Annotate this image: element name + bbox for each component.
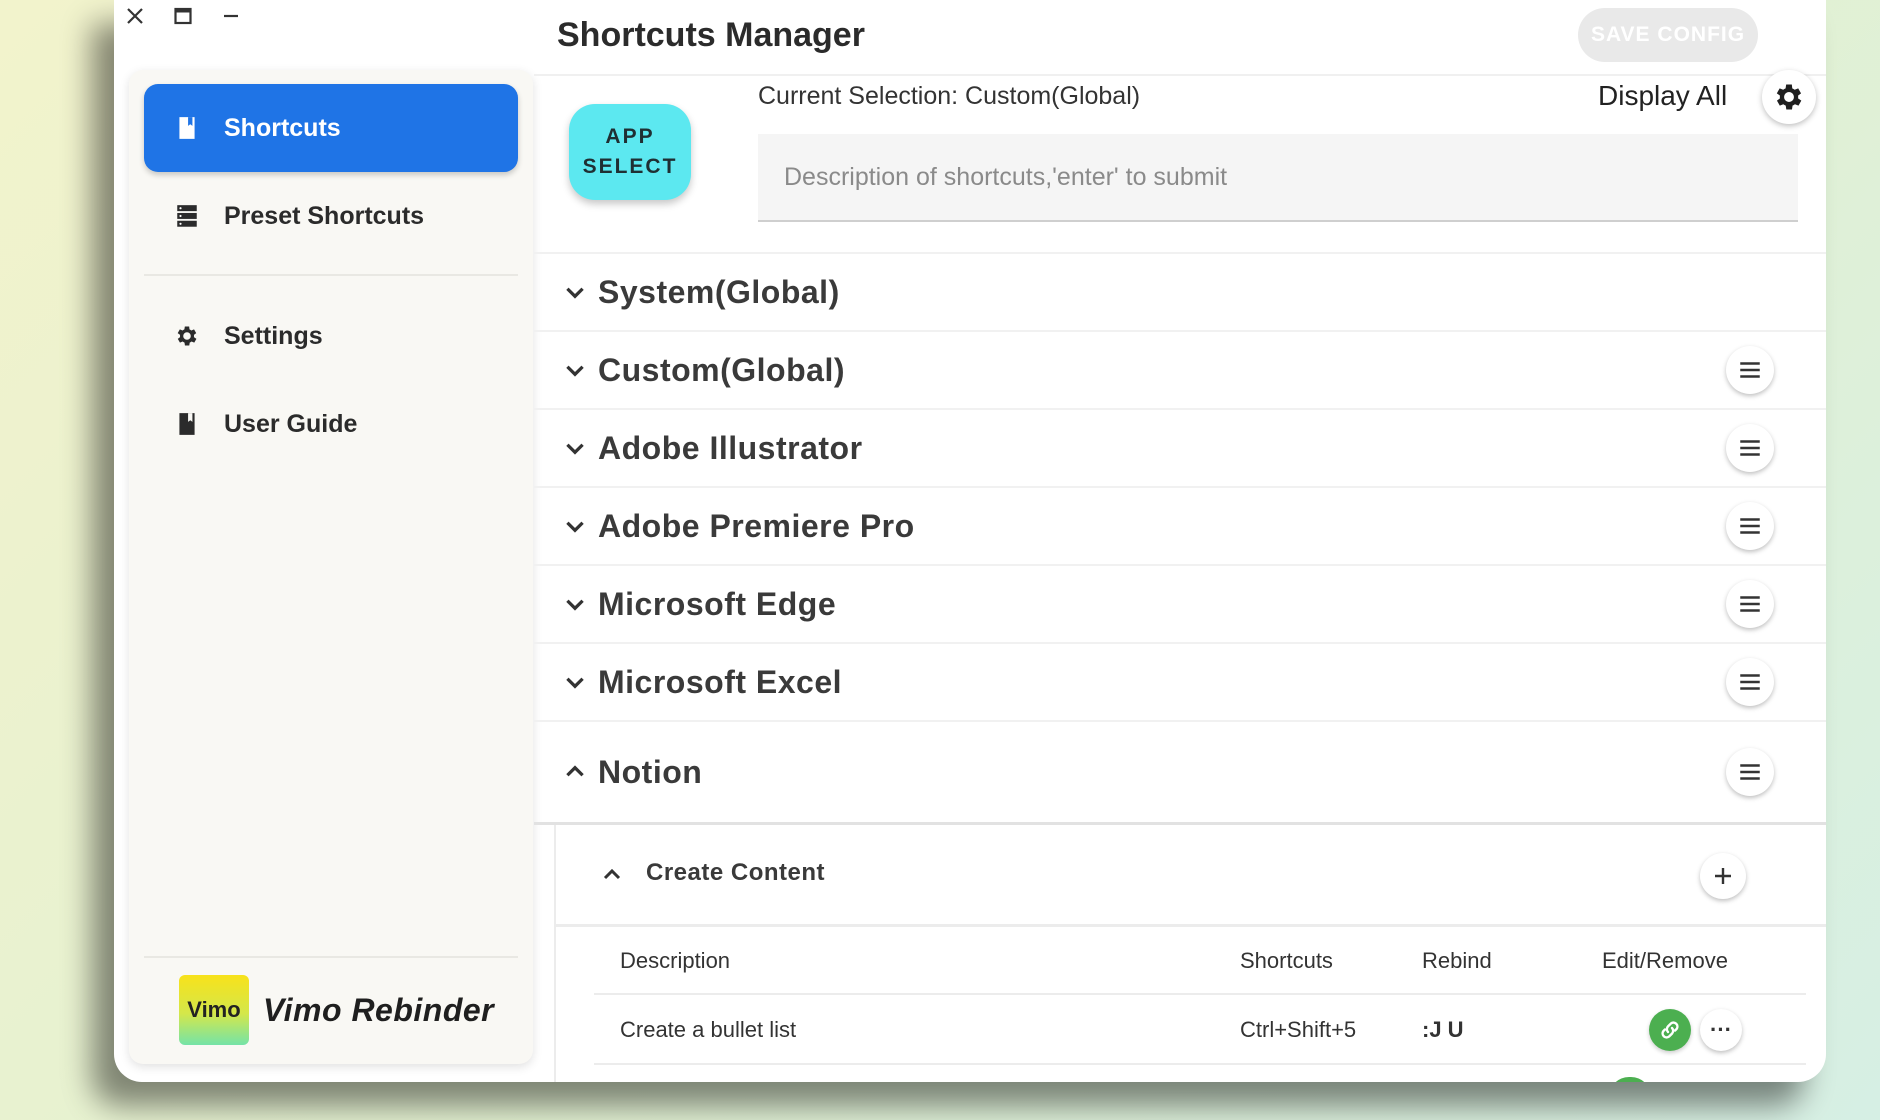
minimize-window-button[interactable] bbox=[220, 5, 242, 27]
column-header-shortcuts: Shortcuts bbox=[1240, 948, 1333, 973]
chevron-down-icon[interactable] bbox=[562, 435, 588, 461]
display-all-toggle[interactable]: Display All bbox=[1598, 80, 1727, 112]
sidebar-item-label: Settings bbox=[224, 321, 323, 350]
row-description: Create a bullet list bbox=[620, 1017, 797, 1042]
group-menu-button[interactable] bbox=[1726, 502, 1774, 550]
current-selection-text: Current Selection: Custom(Global) bbox=[758, 82, 1141, 110]
menu-icon bbox=[1740, 518, 1760, 534]
window-controls bbox=[124, 0, 242, 32]
description-input[interactable] bbox=[758, 134, 1798, 222]
group-title: Notion bbox=[598, 753, 703, 790]
next-row-link-button[interactable] bbox=[1609, 1077, 1651, 1082]
sidebar-divider bbox=[144, 956, 518, 958]
gear-icon bbox=[1776, 84, 1802, 110]
chevron-down-icon[interactable] bbox=[562, 591, 588, 617]
more-icon: ··· bbox=[1710, 1017, 1732, 1042]
edit-link-button[interactable] bbox=[1649, 1009, 1691, 1051]
sidebar-item-shortcuts[interactable]: Shortcuts bbox=[144, 84, 518, 172]
menu-icon bbox=[1740, 362, 1760, 378]
table-row: Create a bullet list Ctrl+Shift+5 :J U ·… bbox=[594, 997, 1806, 1065]
group-row-microsoft-edge[interactable]: Microsoft Edge bbox=[534, 564, 1826, 642]
maximize-window-button[interactable] bbox=[172, 5, 194, 27]
group-row-notion[interactable]: Notion bbox=[534, 720, 1826, 822]
group-title: Adobe Premiere Pro bbox=[598, 507, 915, 544]
server-icon bbox=[172, 201, 202, 231]
group-menu-button[interactable] bbox=[1726, 424, 1774, 472]
group-title: Adobe Illustrator bbox=[598, 429, 863, 466]
chevron-down-icon[interactable] bbox=[562, 669, 588, 695]
menu-icon bbox=[1740, 596, 1760, 612]
sidebar-item-label: User Guide bbox=[224, 409, 358, 438]
chevron-up-icon[interactable] bbox=[600, 863, 624, 887]
group-row-adobe-premiere-pro[interactable]: Adobe Premiere Pro bbox=[534, 486, 1826, 564]
sidebar: Shortcuts Preset Shortcuts Settings User… bbox=[129, 70, 533, 1064]
page-title: Shortcuts Manager bbox=[557, 16, 865, 54]
sidebar-divider bbox=[144, 274, 518, 276]
group-title: Custom(Global) bbox=[598, 351, 845, 388]
chevron-down-icon[interactable] bbox=[562, 513, 588, 539]
save-config-button[interactable]: SAVE CONFIG bbox=[1578, 8, 1758, 62]
sidebar-item-label: Preset Shortcuts bbox=[224, 201, 425, 230]
row-rebind: :J U bbox=[1422, 1017, 1464, 1042]
menu-icon bbox=[1740, 674, 1760, 690]
plus-icon bbox=[1715, 868, 1731, 884]
chevron-up-icon[interactable] bbox=[562, 759, 588, 785]
column-header-edit-remove: Edit/Remove bbox=[1602, 948, 1728, 973]
display-settings-button[interactable] bbox=[1762, 70, 1816, 124]
chevron-down-icon[interactable] bbox=[562, 279, 588, 305]
row-shortcut: Ctrl+Shift+5 bbox=[1240, 1017, 1357, 1042]
menu-icon bbox=[1740, 440, 1760, 456]
gear-icon bbox=[172, 321, 202, 351]
group-title: Microsoft Edge bbox=[598, 585, 837, 622]
link-icon bbox=[1661, 1021, 1679, 1039]
group-menu-button[interactable] bbox=[1726, 748, 1774, 796]
close-icon bbox=[127, 8, 143, 24]
sidebar-item-settings[interactable]: Settings bbox=[144, 292, 518, 380]
group-row-adobe-illustrator[interactable]: Adobe Illustrator bbox=[534, 408, 1826, 486]
group-row-system-global[interactable]: System(Global) bbox=[534, 252, 1826, 330]
table-header: Description Shortcuts Rebind Edit/Remove bbox=[594, 929, 1806, 995]
notion-group-body: Create Content Description Shortcuts Reb… bbox=[534, 822, 1826, 1082]
group-menu-button[interactable] bbox=[1726, 346, 1774, 394]
column-header-description: Description bbox=[620, 948, 731, 973]
brand-logo: Vimo bbox=[179, 975, 249, 1045]
brand: Vimo Vimo Rebinder bbox=[179, 975, 494, 1045]
sidebar-item-user-guide[interactable]: User Guide bbox=[144, 380, 518, 468]
sidebar-item-label: Shortcuts bbox=[224, 113, 341, 142]
menu-icon bbox=[1740, 764, 1760, 780]
group-row-microsoft-excel[interactable]: Microsoft Excel bbox=[534, 642, 1826, 720]
more-options-button[interactable]: ··· bbox=[1700, 1009, 1742, 1051]
column-header-rebind: Rebind bbox=[1422, 948, 1492, 973]
maximize-icon bbox=[174, 7, 192, 25]
group-title: System(Global) bbox=[598, 273, 840, 310]
chevron-down-icon[interactable] bbox=[562, 357, 588, 383]
group-row-custom-global[interactable]: Custom(Global) bbox=[534, 330, 1826, 408]
subgroup-panel: Create Content Description Shortcuts Reb… bbox=[554, 825, 1826, 1082]
close-window-button[interactable] bbox=[124, 5, 146, 27]
bookmark-icon bbox=[172, 113, 202, 143]
sidebar-item-preset-shortcuts[interactable]: Preset Shortcuts bbox=[144, 172, 518, 260]
add-shortcut-button[interactable] bbox=[1700, 853, 1746, 899]
book-icon bbox=[172, 409, 202, 439]
app-select-button[interactable]: APP SELECT bbox=[569, 104, 691, 200]
subgroup-title: Create Content bbox=[646, 859, 826, 886]
group-menu-button[interactable] bbox=[1726, 658, 1774, 706]
group-title: Microsoft Excel bbox=[598, 663, 843, 700]
minimize-icon bbox=[224, 14, 238, 18]
app-window: Shortcuts Preset Shortcuts Settings User… bbox=[114, 0, 1826, 1082]
subgroup-header-create-content[interactable]: Create Content bbox=[556, 825, 1826, 927]
header-divider bbox=[534, 74, 1826, 76]
group-menu-button[interactable] bbox=[1726, 580, 1774, 628]
brand-name: Vimo Rebinder bbox=[263, 991, 495, 1028]
